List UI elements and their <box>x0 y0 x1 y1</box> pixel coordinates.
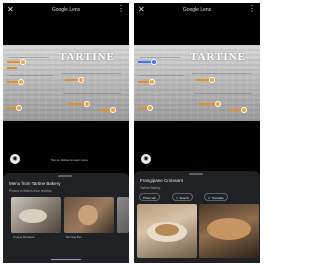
menu-line <box>194 93 252 94</box>
dish-marker[interactable] <box>16 105 22 111</box>
google-icon: G <box>208 196 211 200</box>
menu-line <box>9 57 49 58</box>
phone-right: ✕ Google Lens ⋮ TARTINE ◉ Frangipane Cro… <box>134 3 260 263</box>
croissant-shape <box>155 224 179 236</box>
dish-highlight[interactable] <box>65 79 79 81</box>
screens-stage: ✕ Google Lens ⋮ TARTINE ◉ Tap on dishes … <box>0 0 263 266</box>
dish-thumbnail[interactable] <box>11 197 61 233</box>
dish-marker[interactable] <box>241 107 247 113</box>
dish-marker[interactable] <box>209 77 215 83</box>
lens-shutter-icon[interactable]: ◉ <box>141 154 151 164</box>
top-bar: ✕ Google Lens ⋮ <box>3 3 129 19</box>
chip-label: Search <box>179 196 189 200</box>
selected-dish-marker[interactable] <box>151 59 157 65</box>
menu-line <box>140 75 184 76</box>
photo-tab-chip[interactable]: Photo tab <box>139 193 160 201</box>
dish-photo[interactable] <box>199 204 259 258</box>
results-sheet[interactable]: Menu from Tartine Bakery Photos of dishe… <box>3 173 129 263</box>
thumbnail-caption: Croque Monsieur <box>13 235 35 239</box>
dish-marker[interactable] <box>149 79 155 85</box>
camera-photo[interactable]: TARTINE <box>3 45 129 121</box>
dish-detail-sheet[interactable]: Frangipane Croissant Tartine Bakery Phot… <box>134 171 260 263</box>
dish-highlight[interactable] <box>67 103 85 105</box>
menu-line <box>9 75 53 76</box>
menu-line <box>192 73 252 74</box>
dish-marker[interactable] <box>18 79 24 85</box>
search-chip[interactable]: GSearch <box>172 193 193 201</box>
search-icon: G <box>176 196 179 200</box>
sign-text: TARTINE <box>190 51 246 63</box>
dish-marker[interactable] <box>147 105 153 111</box>
menu-line <box>61 73 121 74</box>
dish-highlight[interactable] <box>7 67 17 69</box>
gesture-bar <box>51 259 81 260</box>
sheet-handle[interactable] <box>58 175 72 177</box>
dish-photo[interactable] <box>137 204 197 258</box>
dish-marker[interactable] <box>110 107 116 113</box>
sign-text: TARTINE <box>59 51 115 63</box>
selected-dish-highlight[interactable] <box>138 61 152 63</box>
dish-title: Frangipane Croissant <box>140 178 184 183</box>
hint-text: Tap on dishes to learn more <box>51 158 89 162</box>
dish-marker[interactable] <box>84 101 90 107</box>
thumbnail-caption: Morning Bun <box>66 235 82 239</box>
more-vert-icon[interactable]: ⋮ <box>117 5 125 13</box>
sheet-handle[interactable] <box>189 173 203 175</box>
dish-thumbnail[interactable] <box>64 197 114 233</box>
dish-highlight[interactable] <box>7 61 21 63</box>
chip-label: Photo tab <box>143 196 156 200</box>
translate-chip[interactable]: GTranslate <box>204 193 228 201</box>
app-title: Google Lens <box>182 7 212 13</box>
sheet-title: Menu from Tartine Bakery <box>9 181 61 186</box>
dish-marker[interactable] <box>215 101 221 107</box>
more-vert-icon[interactable]: ⋮ <box>248 5 256 13</box>
sheet-subtitle: Photos of dishes from reviews <box>9 189 52 193</box>
dish-subtitle: Tartine Bakery <box>140 186 161 190</box>
menu-line <box>140 57 180 58</box>
dish-highlight[interactable] <box>198 103 216 105</box>
plate-shape <box>19 209 47 223</box>
dish-thumbnail[interactable] <box>117 197 129 233</box>
top-bar: ✕ Google Lens ⋮ <box>134 3 260 19</box>
menu-line <box>63 93 121 94</box>
chip-label: Translate <box>211 196 224 200</box>
dish-marker[interactable] <box>20 59 26 65</box>
pastry-shape <box>78 205 98 225</box>
croissant-shape <box>207 218 251 240</box>
dish-highlight[interactable] <box>196 79 210 81</box>
camera-photo[interactable]: TARTINE <box>134 45 260 121</box>
lens-shutter-icon[interactable]: ◉ <box>10 154 20 164</box>
dish-marker[interactable] <box>78 77 84 83</box>
app-title: Google Lens <box>51 7 81 13</box>
phone-left: ✕ Google Lens ⋮ TARTINE ◉ Tap on dishes … <box>3 3 129 263</box>
